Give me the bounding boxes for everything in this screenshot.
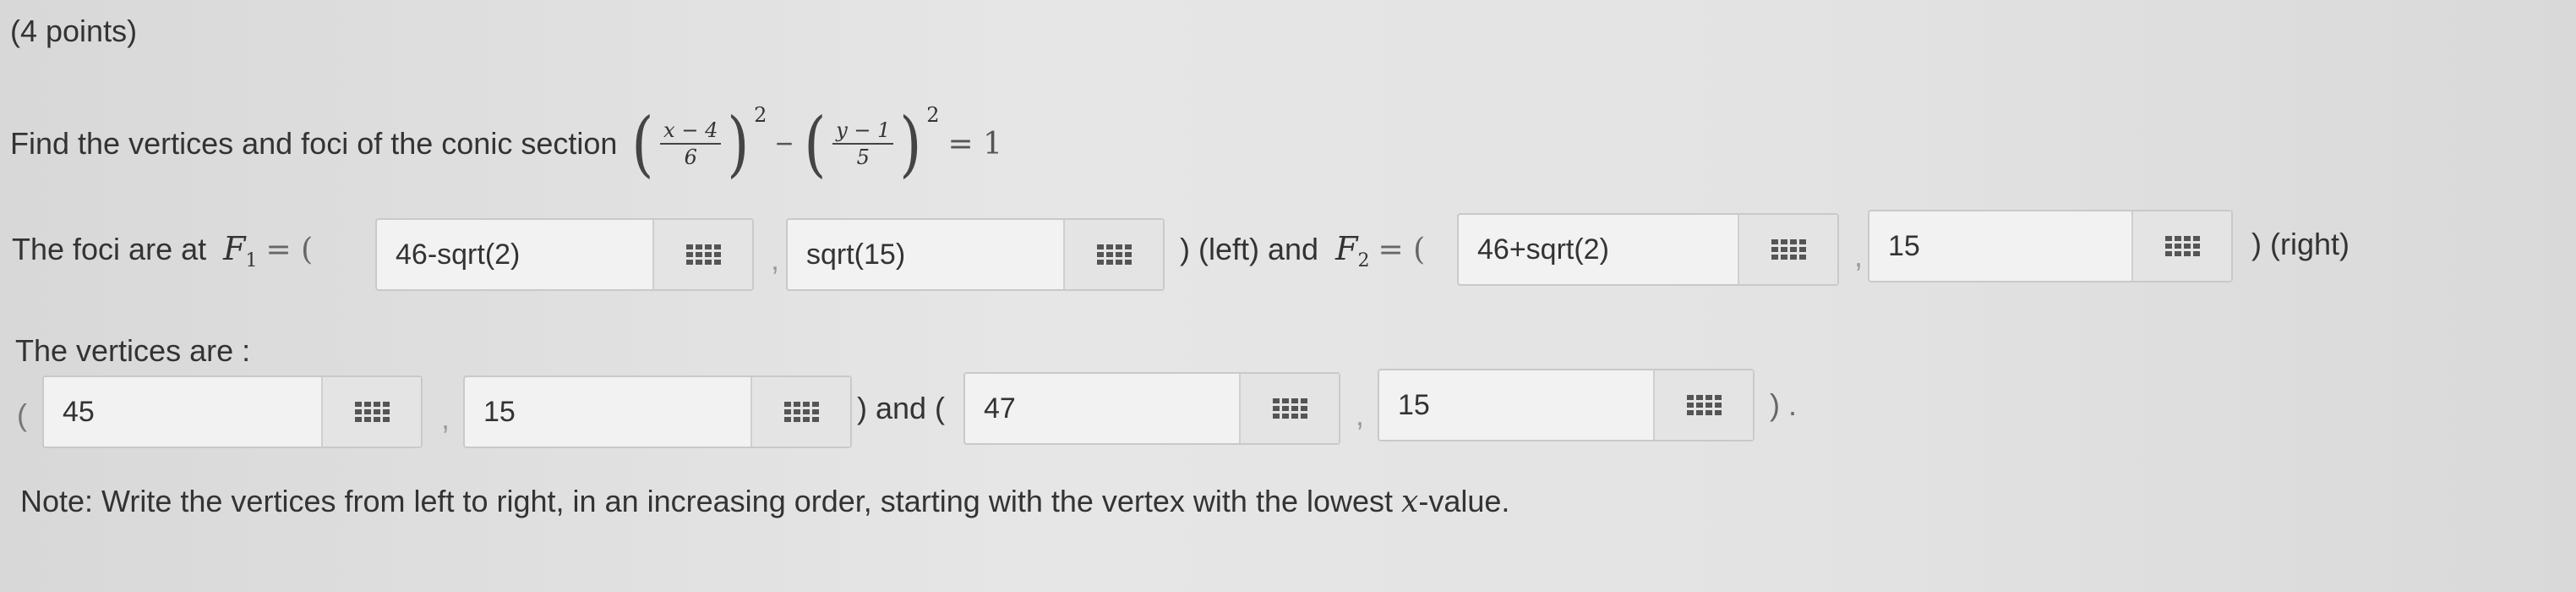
f1-symbol: F	[223, 230, 246, 267]
equation-fraction-2: y − 1 5	[832, 118, 894, 169]
f1-x-value[interactable]: 46-sqrt(2)	[377, 238, 652, 271]
f1-y-value[interactable]: sqrt(15)	[788, 238, 1063, 271]
f2-y-value[interactable]: 15	[1869, 230, 2131, 263]
keypad-button[interactable]	[1239, 374, 1339, 443]
note-text-after: -value.	[1418, 484, 1510, 518]
f1-y-input[interactable]: sqrt(15)	[786, 218, 1165, 291]
keypad-grid-icon	[1096, 244, 1132, 265]
note: Note: Write the vertices from left to ri…	[20, 484, 1509, 519]
points-label: (4 points)	[10, 14, 137, 49]
keypad-grid-icon	[354, 402, 390, 422]
f1-equals-open: = (	[265, 233, 314, 267]
v2-x-input[interactable]: 47	[963, 372, 1340, 445]
keypad-grid-icon	[1771, 239, 1806, 260]
vertices-and-label: ) and (	[857, 391, 946, 425]
f2-equals-open: = (	[1378, 233, 1426, 267]
keypad-button[interactable]	[321, 377, 421, 447]
keypad-button[interactable]	[1738, 215, 1837, 284]
keypad-grid-icon	[1686, 395, 1722, 415]
f2-x-value[interactable]: 46+sqrt(2)	[1459, 233, 1738, 266]
equation-paren: )	[899, 102, 922, 185]
equation-paren: )	[727, 102, 750, 185]
v2-y-value[interactable]: 15	[1379, 389, 1653, 422]
keypad-grid-icon	[2164, 236, 2200, 256]
f1-left-label: ) (left) and F2 = (	[1180, 230, 1425, 271]
comma-separator: ,	[441, 401, 450, 436]
f2-subscript: 2	[1357, 250, 1370, 272]
note-x-variable: x	[1401, 485, 1419, 519]
f1-subscript: 1	[245, 250, 258, 272]
keypad-button[interactable]	[1653, 370, 1753, 440]
v1-x-input[interactable]: 45	[42, 375, 423, 448]
fraction-1-denominator: 6	[684, 145, 697, 169]
note-text-before: Note: Write the vertices from left to ri…	[20, 484, 1402, 518]
comma-separator: ,	[771, 242, 780, 277]
v2-y-input[interactable]: 15	[1378, 369, 1755, 441]
fraction-2-numerator: y − 1	[832, 118, 894, 145]
fraction-2-denominator: 5	[856, 145, 870, 169]
f2-y-input[interactable]: 15	[1868, 210, 2233, 282]
comma-separator: ,	[1854, 238, 1864, 273]
v1-y-value[interactable]: 15	[465, 396, 750, 429]
f2-x-input[interactable]: 46+sqrt(2)	[1457, 213, 1839, 286]
equation-paren: (	[631, 102, 654, 185]
fraction-1-numerator: x − 4	[660, 118, 722, 145]
keypad-button[interactable]	[2131, 211, 2231, 281]
v1-x-value[interactable]: 45	[44, 396, 321, 429]
problem-prompt: Find the vertices and foci of the conic …	[10, 126, 618, 161]
v1-y-input[interactable]: 15	[463, 375, 852, 448]
vertices-label: The vertices are :	[15, 333, 251, 368]
keypad-grid-icon	[685, 244, 721, 265]
foci-prefix: The foci are at F1 = (	[12, 230, 313, 271]
comma-separator: ,	[1356, 397, 1365, 432]
left-and-text: ) (left) and	[1180, 232, 1319, 266]
exponent-2: 2	[926, 103, 940, 127]
vertices-close: ) .	[1770, 387, 1797, 422]
equation-paren: (	[804, 102, 827, 185]
f1-x-input[interactable]: 46-sqrt(2)	[375, 218, 754, 291]
problem-page: (4 points) Find the vertices and foci of…	[0, 0, 2576, 592]
keypad-button[interactable]	[1063, 220, 1163, 289]
vertex-open-paren: (	[17, 397, 27, 432]
right-label: ) (right)	[2251, 227, 2350, 261]
keypad-grid-icon	[1272, 398, 1307, 419]
f2-symbol: F	[1335, 230, 1358, 267]
keypad-button[interactable]	[750, 377, 850, 447]
equals-one: = 1	[947, 126, 1002, 162]
conic-equation: ( x − 4 6 ) 2 − ( y − 1 5 ) 2 = 1	[629, 102, 1011, 185]
keypad-grid-icon	[783, 402, 819, 422]
v2-x-value[interactable]: 47	[965, 392, 1239, 425]
points-text: (4 points)	[10, 14, 138, 48]
exponent-1: 2	[754, 103, 767, 127]
minus-sign: −	[775, 126, 794, 161]
foci-prefix-text: The foci are at	[12, 232, 207, 266]
problem-statement: Find the vertices and foci of the conic …	[10, 93, 1011, 195]
keypad-button[interactable]	[652, 220, 752, 289]
equation-fraction-1: x − 4 6	[660, 118, 722, 169]
